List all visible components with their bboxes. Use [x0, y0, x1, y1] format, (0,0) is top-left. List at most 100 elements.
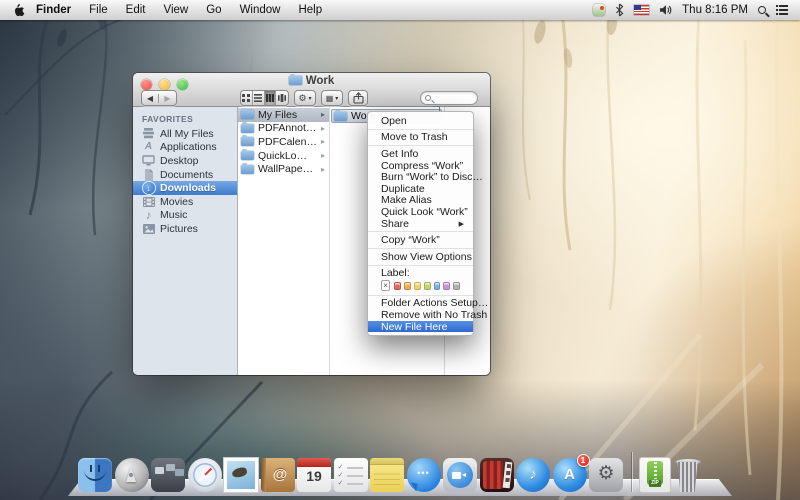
back-button[interactable]: ◀: [142, 94, 159, 103]
dock: @ 19 ✓✓✓ ••• ♪ A1 ⚙ ZIP: [68, 448, 732, 500]
context-menu: Open Move to Trash Get Info Compress “Wo…: [367, 111, 474, 336]
menu-window[interactable]: Window: [231, 4, 290, 16]
all-my-files-icon: [142, 128, 155, 140]
arrange-icon: ▦: [326, 94, 334, 103]
app-store-badge: 1: [577, 454, 590, 467]
dock-system-preferences-icon[interactable]: ⚙: [589, 458, 623, 492]
dock-photo-booth-icon[interactable]: [480, 458, 514, 492]
folder-icon: [289, 76, 302, 85]
chevron-down-icon: ▾: [309, 95, 312, 102]
search-field[interactable]: [420, 91, 478, 105]
dock-trash-icon[interactable]: [673, 458, 703, 492]
menu-item-new-file-here[interactable]: New File Here: [368, 321, 473, 333]
arrange-menu-button[interactable]: ▦▾: [321, 90, 343, 106]
notification-center-icon[interactable]: [776, 5, 788, 15]
label-swatch-purple[interactable]: [443, 282, 450, 290]
bluetooth-icon[interactable]: [615, 3, 624, 17]
apple-menu-icon[interactable]: [12, 3, 25, 17]
sidebar-item-desktop[interactable]: Desktop: [133, 154, 237, 168]
sidebar-item-movies[interactable]: Movies: [133, 195, 237, 209]
menu-item-folder-actions-setup[interactable]: Folder Actions Setup…: [368, 298, 473, 310]
label-section-title: Label:: [368, 268, 473, 279]
menu-separator: [368, 265, 473, 266]
forward-button[interactable]: ▶: [159, 94, 176, 103]
menu-item-open[interactable]: Open: [368, 115, 473, 127]
sidebar-item-all-my-files[interactable]: All My Files: [133, 127, 237, 141]
volume-icon[interactable]: [659, 4, 672, 16]
share-button[interactable]: [348, 90, 368, 106]
label-swatch-yellow[interactable]: [414, 282, 421, 290]
search-input[interactable]: [431, 93, 473, 103]
dock-finder-icon[interactable]: [78, 458, 112, 492]
sidebar-item-applications[interactable]: A Applications: [133, 141, 237, 155]
sidebar-item-music[interactable]: ♪ Music: [133, 209, 237, 223]
spotlight-icon[interactable]: [758, 6, 766, 14]
menu-separator: [368, 129, 473, 130]
menu-go[interactable]: Go: [197, 4, 230, 16]
file-row-wallpaper[interactable]: WallPape…0x1440 ▸: [238, 162, 329, 176]
sidebar-item-downloads[interactable]: ↓ Downloads: [133, 181, 237, 195]
dock-app-store-icon[interactable]: A1: [553, 458, 587, 492]
menu-item-quick-look[interactable]: Quick Look “Work”: [368, 206, 473, 218]
icon-view-button[interactable]: [241, 91, 253, 105]
action-menu-button[interactable]: ⚙▾: [294, 90, 316, 106]
chevron-right-icon: ▸: [321, 151, 326, 160]
coverflow-view-button[interactable]: [276, 91, 288, 105]
menu-item-burn-to-disc[interactable]: Burn “Work” to Disc…: [368, 171, 473, 183]
chevron-right-icon: ▸: [321, 110, 326, 119]
window-chrome[interactable]: Work ◀ ▶: [133, 73, 490, 107]
file-row-pdfannotationeditor[interactable]: PDFAnnotationEditor ▸: [238, 122, 329, 136]
dock-contacts-icon[interactable]: @: [261, 458, 295, 492]
label-swatch-green[interactable]: [424, 282, 431, 290]
menu-item-remove-with-no-trash[interactable]: Remove with No Trash: [368, 309, 473, 321]
menu-file[interactable]: File: [80, 4, 117, 16]
dock-notes-icon[interactable]: [370, 458, 404, 492]
dock-itunes-icon[interactable]: ♪: [516, 458, 550, 492]
label-swatch-gray[interactable]: [453, 282, 460, 290]
menu-item-compress[interactable]: Compress “Work”: [368, 160, 473, 172]
file-row-quicklook-downloader[interactable]: QuickLo…wnloader ▸: [238, 149, 329, 163]
menu-item-make-alias[interactable]: Make Alias: [368, 195, 473, 207]
dock-launchpad-icon[interactable]: [115, 458, 149, 492]
menu-item-share[interactable]: Share▶: [368, 218, 473, 230]
file-row-pdfcalendar[interactable]: PDFCalendar ▸: [238, 135, 329, 149]
menu-bar-clock[interactable]: Thu 8:16 PM: [682, 4, 748, 16]
column-view-button[interactable]: [265, 91, 277, 105]
chevron-right-icon: ▸: [321, 137, 326, 146]
dock-zip-archive-icon[interactable]: ZIP: [640, 458, 670, 492]
dock-reminders-icon[interactable]: ✓✓✓: [334, 458, 368, 492]
gear-icon: ⚙: [298, 93, 306, 104]
dock-calendar-icon[interactable]: 19: [297, 458, 331, 492]
menu-item-show-view-options[interactable]: Show View Options: [368, 251, 473, 263]
dock-messages-icon[interactable]: •••: [407, 458, 441, 492]
label-clear-button[interactable]: ×: [381, 280, 390, 291]
dock-safari-icon[interactable]: [188, 458, 222, 492]
menu-item-get-info[interactable]: Get Info: [368, 148, 473, 160]
music-icon: ♪: [142, 209, 155, 221]
menu-item-move-to-trash[interactable]: Move to Trash: [368, 132, 473, 144]
label-swatch-blue[interactable]: [434, 282, 441, 290]
menu-view[interactable]: View: [155, 4, 198, 16]
menu-item-copy[interactable]: Copy “Work”: [368, 234, 473, 246]
dock-mail-icon[interactable]: [224, 458, 258, 492]
menu-item-duplicate[interactable]: Duplicate: [368, 183, 473, 195]
movies-icon: [142, 196, 155, 208]
file-row-my-files[interactable]: My Files ▸: [238, 108, 329, 122]
menu-help[interactable]: Help: [289, 4, 331, 16]
label-swatch-red[interactable]: [394, 282, 401, 290]
sidebar-item-label: Pictures: [160, 223, 198, 235]
sidebar-item-pictures[interactable]: Pictures: [133, 222, 237, 236]
dock-mission-control-icon[interactable]: [151, 458, 185, 492]
sidebar-item-label: All My Files: [160, 128, 214, 140]
menu-separator: [368, 231, 473, 232]
input-source-flag-icon[interactable]: [634, 5, 649, 15]
list-view-button[interactable]: [253, 91, 265, 105]
dock-facetime-icon[interactable]: [443, 458, 477, 492]
folder-icon: [241, 124, 254, 133]
pictures-icon: [142, 223, 155, 235]
sidebar-item-documents[interactable]: Documents: [133, 168, 237, 182]
status-app-icon[interactable]: [593, 4, 605, 16]
label-swatch-orange[interactable]: [404, 282, 411, 290]
menu-finder[interactable]: Finder: [27, 4, 80, 16]
menu-edit[interactable]: Edit: [117, 4, 155, 16]
